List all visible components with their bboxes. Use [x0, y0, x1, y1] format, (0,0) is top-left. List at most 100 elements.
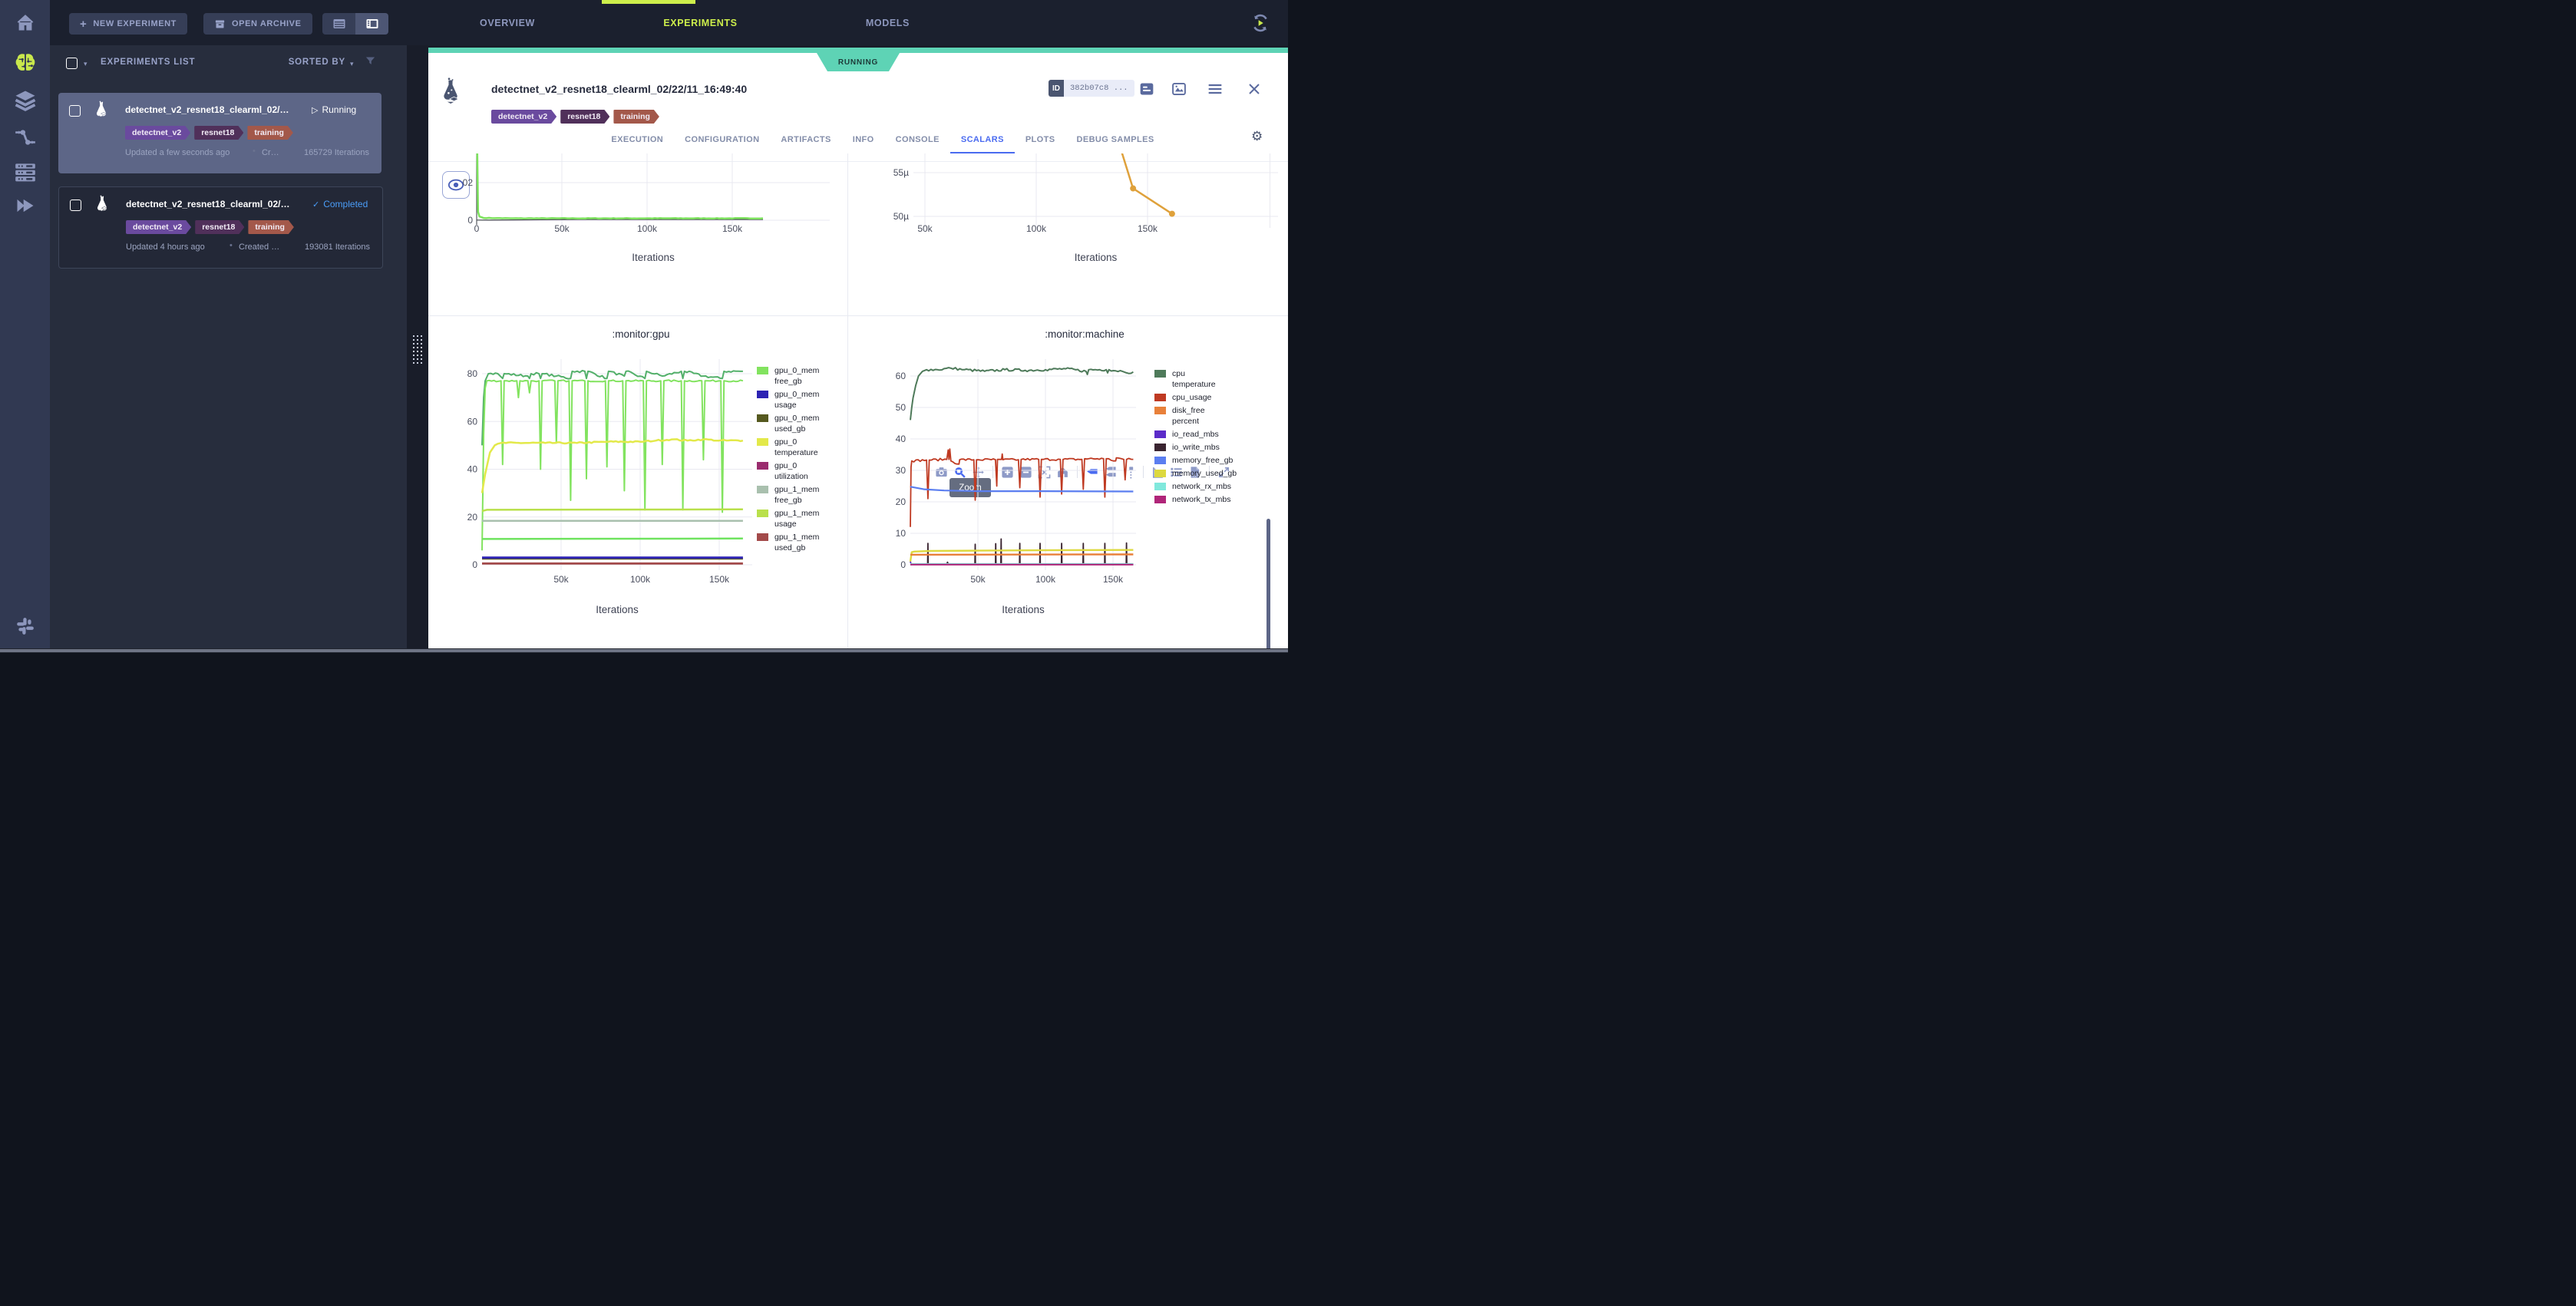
legend-label: network_rx_mbs — [1172, 481, 1231, 492]
sorted-by-caret-icon[interactable]: ▾ — [350, 60, 354, 68]
active-tab-indicator — [602, 0, 695, 4]
experiment-updated: Updated 4 hours ago — [126, 242, 205, 252]
legend-item[interactable]: io_read_mbs — [1154, 429, 1288, 440]
experiment-id-badge[interactable]: ID 382b07c8 ... — [1049, 80, 1134, 97]
legend-item[interactable]: gpu_0_memusage — [757, 389, 840, 411]
detail-tab-plots[interactable]: PLOTS — [1015, 130, 1066, 154]
id-label: ID — [1049, 80, 1064, 97]
experiment-checkbox[interactable] — [69, 105, 81, 117]
legend-item[interactable]: gpu_0_memused_gb — [757, 413, 840, 434]
legend-label: memory_used_gb — [1172, 468, 1237, 479]
svg-text:10: 10 — [896, 528, 907, 539]
scalars-charts-area: {j} Zoom 020050k100k150kIterations55µ50µ… — [428, 153, 1288, 648]
svg-text:100k: 100k — [637, 223, 658, 234]
preview-image-icon[interactable] — [1170, 80, 1188, 98]
legend-item[interactable]: network_tx_mbs — [1154, 494, 1288, 505]
legend-item[interactable]: gpu_1_memused_gb — [757, 532, 840, 553]
chart-legend: cputemperature cpu_usage disk_freepercenti… — [1154, 368, 1288, 507]
home-icon[interactable] — [0, 8, 50, 38]
chart-legend: gpu_0_memfree_gbgpu_0_memusagegpu_0_memu… — [757, 365, 840, 556]
svg-text:150k: 150k — [1138, 223, 1158, 234]
new-experiment-label: NEW EXPERIMENT — [93, 19, 177, 28]
legend-swatch — [757, 414, 768, 422]
legend-item[interactable]: memory_free_gb — [1154, 455, 1288, 466]
detail-tab-artifacts[interactable]: ARTIFACTS — [770, 130, 841, 154]
details-card-icon[interactable] — [1138, 80, 1156, 98]
experiment-row-completed[interactable]: detectnet_v2_resnet18_clearml_02/… ✓ Com… — [58, 186, 383, 269]
legend-item[interactable]: io_write_mbs — [1154, 442, 1288, 453]
table-view-icon[interactable] — [322, 13, 355, 35]
experiment-row-running[interactable]: detectnet_v2_resnet18_clearml_02/… ▷ Run… — [58, 93, 381, 173]
auto-refresh-icon[interactable] — [1243, 8, 1277, 38]
settings-gear-icon[interactable]: ⚙ — [1251, 129, 1263, 144]
svg-text:20: 20 — [467, 512, 478, 523]
select-all-caret-icon[interactable]: ▾ — [84, 60, 88, 68]
legend-swatch — [1154, 394, 1166, 401]
plus-icon: + — [80, 18, 87, 31]
svg-text:50: 50 — [896, 402, 907, 413]
tag-chip: resnet18 — [195, 220, 244, 234]
legend-item[interactable]: gpu_1_memfree_gb — [757, 484, 840, 506]
detail-tabs: EXECUTIONCONFIGURATIONARTIFACTSINFOCONSO… — [530, 130, 1236, 154]
slack-icon[interactable] — [0, 611, 50, 641]
legend-label: gpu_0_memused_gb — [774, 413, 819, 434]
legend-swatch — [757, 438, 768, 446]
legend-item[interactable]: cpu_usage — [1154, 392, 1288, 403]
chart-title: :monitor:gpu — [430, 328, 852, 340]
legend-item[interactable]: memory_used_gb — [1154, 468, 1288, 479]
detail-tab-scalars[interactable]: SCALARS — [950, 130, 1015, 154]
tag-chip: resnet18 — [194, 126, 243, 140]
legend-swatch — [757, 462, 768, 470]
legend-item[interactable]: gpu_0utilization — [757, 460, 840, 482]
datasets-icon[interactable] — [0, 85, 50, 116]
menu-icon[interactable] — [1206, 80, 1224, 98]
legend-item[interactable]: gpu_1_memusage — [757, 508, 840, 529]
applications-icon[interactable] — [0, 190, 50, 221]
legend-swatch — [1154, 470, 1166, 477]
main-tab-models[interactable]: MODELS — [866, 18, 910, 28]
app-sidebar — [0, 0, 50, 653]
legend-item[interactable]: gpu_0_memfree_gb — [757, 365, 840, 387]
svg-text:60: 60 — [896, 371, 907, 381]
status-ribbon-strip — [428, 48, 1288, 53]
legend-item[interactable]: gpu_0temperature — [757, 437, 840, 458]
x-axis-label: Iterations — [913, 252, 1278, 263]
close-icon[interactable] — [1245, 80, 1263, 98]
legend-label: network_tx_mbs — [1172, 494, 1230, 505]
experiment-iterations: 165729 Iterations — [254, 148, 369, 157]
id-value: 382b07c8 ... — [1064, 80, 1134, 97]
svg-text:40: 40 — [467, 464, 478, 475]
filter-icon[interactable] — [365, 55, 376, 71]
details-view-icon[interactable] — [355, 13, 388, 35]
legend-item[interactable]: cputemperature — [1154, 368, 1288, 390]
legend-swatch — [1154, 496, 1166, 503]
experiment-type-icon-large — [438, 77, 464, 111]
x-axis-label: Iterations — [482, 604, 752, 615]
projects-icon[interactable] — [0, 48, 50, 78]
workers-queues-icon[interactable] — [0, 157, 50, 188]
legend-label: io_write_mbs — [1172, 442, 1220, 453]
horizontal-scrollbar[interactable] — [0, 648, 1288, 653]
sorted-by-label[interactable]: SORTED BY — [276, 58, 345, 67]
main-tab-overview[interactable]: OVERVIEW — [480, 18, 535, 28]
experiment-checkbox[interactable] — [70, 200, 81, 211]
svg-text:50k: 50k — [970, 574, 986, 585]
select-all-checkbox[interactable] — [66, 58, 78, 69]
legend-item[interactable]: network_rx_mbs — [1154, 481, 1288, 492]
detail-tab-console[interactable]: CONSOLE — [885, 130, 950, 154]
detail-tab-info[interactable]: INFO — [842, 130, 885, 154]
tag-chip: detectnet_v2 — [125, 126, 190, 140]
svg-text:50k: 50k — [917, 223, 933, 234]
panel-splitter[interactable] — [407, 45, 428, 648]
experiment-iterations: 193081 Iterations — [255, 242, 370, 252]
detail-tab-configuration[interactable]: CONFIGURATION — [674, 130, 770, 154]
legend-item[interactable]: disk_freepercent — [1154, 405, 1288, 427]
pipelines-icon[interactable] — [0, 122, 50, 153]
detail-tab-debug-samples[interactable]: DEBUG SAMPLES — [1065, 130, 1164, 154]
main-tab-experiments[interactable]: EXPERIMENTS — [663, 18, 737, 28]
new-experiment-button[interactable]: + NEW EXPERIMENT — [69, 13, 187, 35]
svg-text:150k: 150k — [1103, 574, 1124, 585]
scrollbar-thumb[interactable] — [0, 649, 1288, 652]
open-archive-button[interactable]: OPEN ARCHIVE — [203, 13, 312, 35]
detail-tab-execution[interactable]: EXECUTION — [600, 130, 674, 154]
